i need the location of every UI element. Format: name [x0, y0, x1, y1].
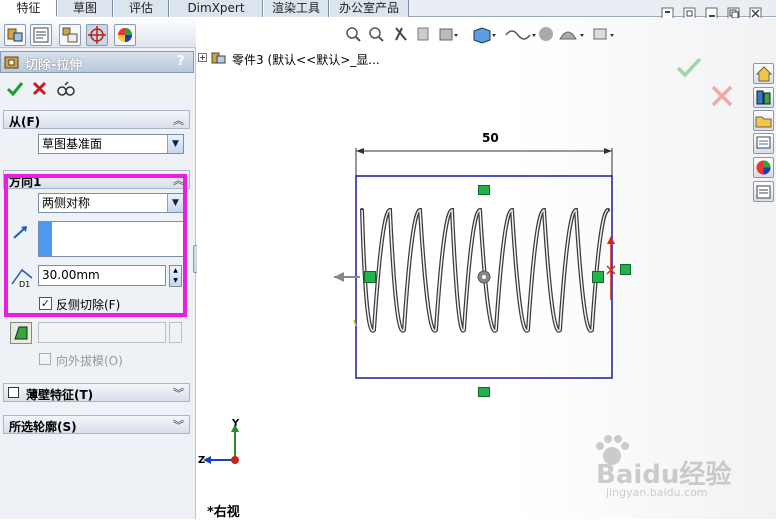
drag-handle-top[interactable] — [478, 185, 490, 195]
draft-outward-label: 向外拔模(O) — [56, 354, 123, 368]
draft-angle-input[interactable] — [38, 322, 166, 343]
watermark-url: jingyan.baidu.com — [606, 486, 708, 499]
folder-icon — [755, 116, 772, 128]
home-icon — [755, 66, 773, 82]
draft-outward-checkbox[interactable] — [39, 353, 51, 365]
thin-feature-title: 薄壁特征(T) — [26, 388, 94, 402]
confirm-cancel-icon[interactable] — [710, 84, 734, 108]
display-manager-tab[interactable] — [114, 24, 136, 46]
part-icon — [211, 52, 226, 64]
cut-extrude-icon — [4, 56, 19, 69]
task-pane-library-button[interactable] — [753, 87, 774, 108]
cancel-x-icon[interactable] — [31, 80, 49, 98]
tab-office-products[interactable]: 办公室产品 — [329, 0, 409, 17]
ok-checkmark-icon[interactable] — [6, 80, 24, 98]
drag-handle-left[interactable] — [364, 271, 376, 283]
expand-chevron-icon[interactable]: ︾ — [173, 417, 184, 433]
feature-tree-icon — [7, 28, 23, 42]
flyout-tree-item[interactable]: + 零件3 (默认<<默认>_显... — [198, 51, 398, 67]
from-start-condition-value: 草图基准面 — [42, 137, 103, 151]
heads-up-toolbar — [344, 25, 624, 45]
config-manager-tab[interactable] — [59, 24, 81, 46]
view-orientation-label: *右视 — [207, 505, 240, 520]
axis-y-label: Y — [232, 418, 240, 429]
task-pane-custom-props-button[interactable] — [753, 181, 774, 202]
watermark: Baidu经验 jingyan.baidu.com — [592, 432, 772, 502]
depth-drag-handle[interactable] — [620, 264, 631, 275]
drag-handle-bottom[interactable] — [478, 387, 490, 397]
view-toolbar-icons[interactable] — [344, 25, 624, 45]
draft-angle-spinner[interactable] — [169, 322, 182, 343]
selected-contours-title: 所选轮廓(S) — [9, 420, 77, 434]
appearances-icon — [756, 160, 771, 175]
from-section-title: 从(F) — [9, 115, 41, 129]
feature-title: 切除-拉伸 — [25, 58, 83, 73]
from-start-condition-select[interactable]: 草图基准面 ▼ — [38, 134, 184, 154]
expand-chevron-icon[interactable]: ︾ — [173, 385, 184, 401]
from-section-header[interactable]: 从(F) ︽ — [3, 110, 190, 129]
dimension-value: 50 — [482, 131, 499, 145]
drag-handle-right[interactable] — [592, 271, 604, 283]
feature-header: 切除-拉伸 ? — [0, 51, 194, 73]
help-button[interactable]: ? — [177, 54, 185, 69]
tab-sketch[interactable]: 草图 — [57, 0, 113, 17]
annotation-highlight-box — [4, 174, 187, 317]
tab-render-tools[interactable]: 渲染工具 — [263, 0, 329, 17]
custom-properties-icon — [756, 185, 771, 199]
view-palette-icon — [756, 136, 771, 149]
tab-evaluate[interactable]: 评估 — [113, 0, 169, 17]
tab-dimxpert[interactable]: DimXpert — [169, 0, 263, 17]
draft-toggle-button[interactable] — [10, 322, 32, 344]
chevron-down-icon[interactable]: ▼ — [167, 135, 183, 153]
task-pane-appearances-button[interactable] — [753, 157, 774, 178]
property-manager-tab[interactable] — [30, 24, 52, 46]
task-pane-explorer-button[interactable] — [753, 110, 774, 131]
collapse-chevron-icon[interactable]: ︽ — [173, 112, 184, 128]
task-pane-home-button[interactable] — [753, 63, 774, 84]
draft-icon — [14, 326, 28, 340]
feature-manager-tab[interactable] — [4, 24, 26, 46]
thin-feature-section-header[interactable]: 薄壁特征(T) ︾ — [3, 383, 190, 402]
tab-features[interactable]: 特征 — [0, 0, 57, 17]
configuration-icon — [62, 27, 78, 43]
design-library-icon — [756, 90, 771, 105]
selected-contours-section-header[interactable]: 所选轮廓(S) ︾ — [3, 415, 190, 434]
appearance-icon — [118, 28, 132, 42]
manager-tabs — [0, 18, 196, 48]
confirm-ok-icon[interactable] — [676, 56, 702, 78]
crosshair-icon — [88, 26, 106, 44]
tree-expand-icon[interactable]: + — [198, 53, 207, 62]
property-icon — [33, 27, 49, 43]
action-buttons — [6, 80, 76, 98]
thin-feature-checkbox[interactable] — [8, 387, 19, 398]
dimxpert-manager-tab[interactable] — [86, 24, 108, 46]
axis-z-label: Z — [198, 455, 206, 466]
detail-preview-icon[interactable] — [56, 80, 76, 98]
part-name-label: 零件3 (默认<<默认>_显... — [232, 53, 380, 67]
task-pane-view-palette-button[interactable] — [753, 133, 774, 154]
